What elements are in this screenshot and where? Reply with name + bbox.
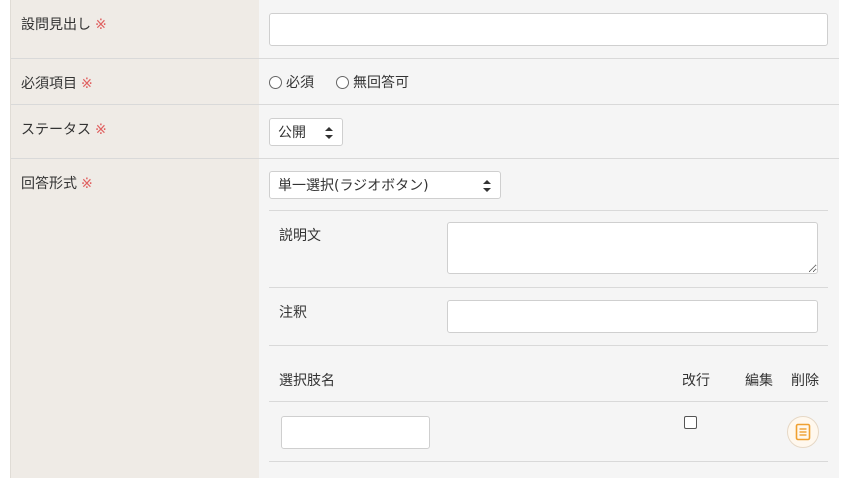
status-row: ステータス ※ 公開 [11, 105, 839, 159]
required-item-label-cell: 必須項目 ※ [11, 59, 259, 104]
choice-name-header: 選択肢名 [279, 373, 335, 389]
question-title-field-cell [259, 0, 839, 58]
required-item-row: 必須項目 ※ 必須 無回答可 [11, 59, 839, 105]
note-subrow: 注釈 [269, 288, 828, 346]
line-break-header: 改行 [682, 373, 710, 389]
required-item-label: 必須項目 ※ [21, 76, 93, 92]
memo-button[interactable] [787, 416, 819, 448]
note-label: 注釈 [279, 305, 307, 321]
question-title-row: 設問見出し ※ [11, 0, 839, 59]
question-title-label-cell: 設問見出し ※ [11, 0, 259, 58]
line-break-checkbox[interactable] [684, 416, 697, 429]
radio-circle-icon[interactable] [269, 75, 282, 89]
question-form: 設問見出し ※ 必須項目 ※ 必須 無回答可 ステータス ※ 公開 回答形式 ※… [10, 0, 839, 478]
question-title-label: 設問見出し ※ [21, 17, 107, 33]
edit-header: 編集 [745, 373, 773, 389]
answer-format-field-cell: 単一選択(ラジオボタン) 説明文 注釈 選択肢名 改行 編集 削除 [259, 159, 839, 478]
note-input[interactable] [447, 300, 818, 333]
table-row [269, 402, 828, 462]
choice-name-input[interactable] [281, 416, 430, 449]
required-mark: ※ [95, 17, 107, 33]
required-mark: ※ [95, 122, 107, 138]
answer-format-label-cell: 回答形式 ※ [11, 159, 259, 478]
description-label: 説明文 [279, 228, 321, 244]
radio-no-answer-allowed[interactable]: 無回答可 [336, 72, 409, 92]
radio-required[interactable]: 必須 [269, 72, 314, 92]
select-arrow-icon [325, 127, 333, 139]
status-select[interactable]: 公開 [269, 118, 343, 146]
status-field-cell: 公開 [259, 105, 839, 158]
answer-format-row: 回答形式 ※ 単一選択(ラジオボタン) 説明文 注釈 選択肢名 改行 編集 削除 [11, 159, 839, 478]
select-arrow-icon [483, 180, 491, 192]
required-item-radio-group: 必須 無回答可 [269, 72, 431, 92]
choices-table-header: 選択肢名 改行 編集 削除 [269, 346, 828, 402]
status-label-cell: ステータス ※ [11, 105, 259, 158]
question-title-input[interactable] [269, 13, 828, 46]
status-label: ステータス ※ [21, 122, 107, 138]
required-item-field-cell: 必須 無回答可 [259, 59, 839, 104]
required-mark: ※ [81, 176, 93, 192]
document-icon [795, 423, 811, 441]
delete-header: 削除 [791, 373, 819, 389]
answer-format-label: 回答形式 ※ [21, 176, 93, 192]
radio-circle-icon[interactable] [336, 75, 349, 89]
description-subrow: 説明文 [269, 211, 828, 288]
description-textarea[interactable] [447, 222, 818, 274]
required-mark: ※ [81, 76, 93, 92]
answer-format-select[interactable]: 単一選択(ラジオボタン) [269, 171, 501, 199]
